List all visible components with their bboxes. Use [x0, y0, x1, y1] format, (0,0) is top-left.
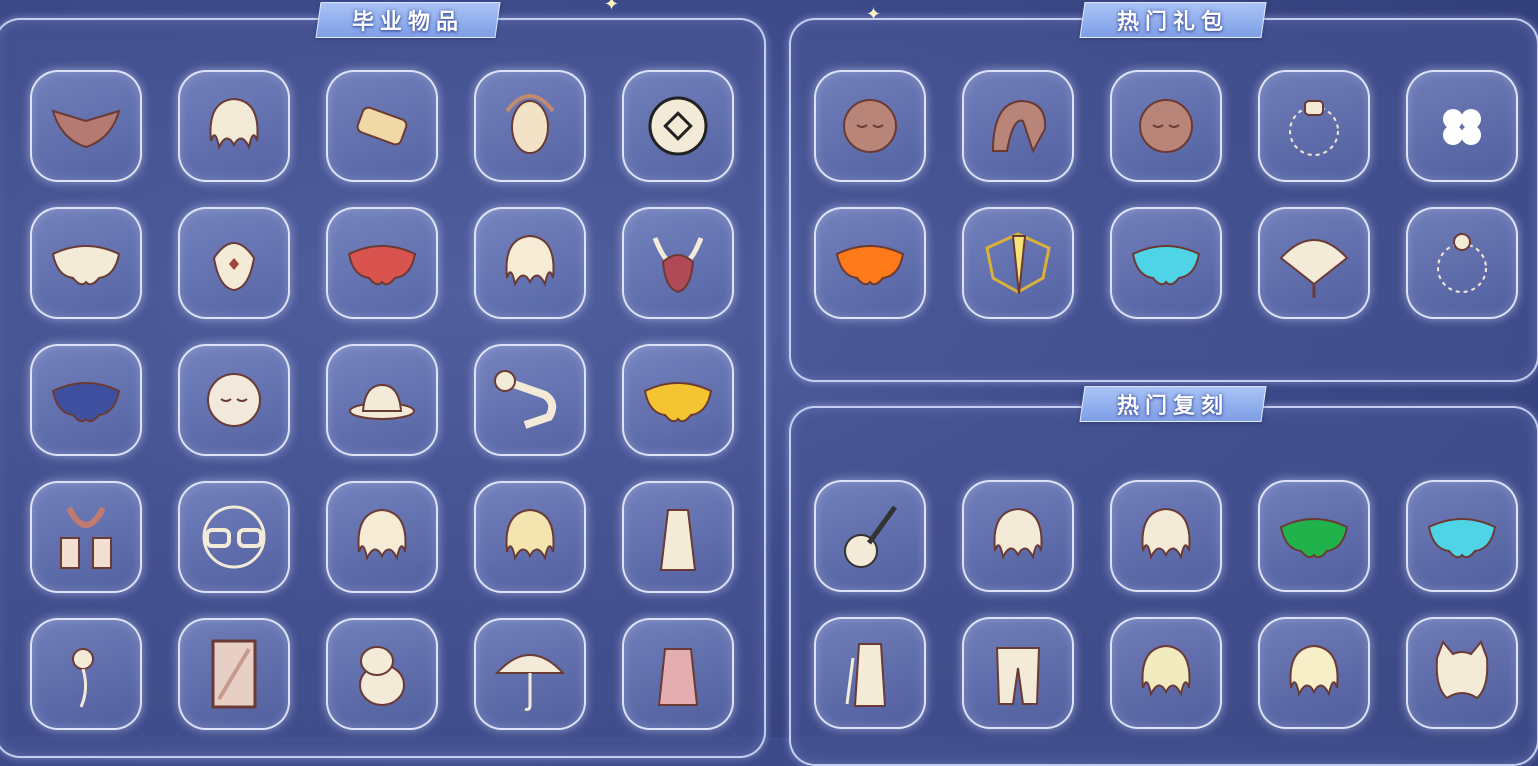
- bun-hair-icon: [357, 508, 407, 562]
- item-slot[interactable]: [474, 481, 586, 593]
- messy-hair-icon: [505, 508, 555, 562]
- knight-outfit-icon: [845, 643, 887, 707]
- item-slot[interactable]: [474, 344, 586, 456]
- glasses-icon: [202, 505, 266, 569]
- item-slot[interactable]: [962, 480, 1074, 592]
- item-slot[interactable]: [30, 618, 142, 730]
- fan-icon: [1279, 239, 1349, 298]
- pants-icon: [995, 647, 1041, 705]
- item-slot[interactable]: [622, 344, 734, 456]
- item-slot[interactable]: [962, 70, 1074, 182]
- graduation-items-title: 毕业物品: [351, 10, 464, 35]
- item-slot[interactable]: [474, 207, 586, 319]
- item-slot[interactable]: [962, 207, 1074, 319]
- cat-ears-hair-icon: [1435, 640, 1489, 700]
- item-slot[interactable]: [326, 618, 438, 730]
- item-slot[interactable]: [178, 207, 290, 319]
- hat-icon: [349, 383, 415, 420]
- item-slot[interactable]: [474, 618, 586, 730]
- hot-packs-title: 热门礼包: [1116, 10, 1229, 35]
- robe-outfit-icon: [659, 509, 697, 571]
- item-slot[interactable]: [178, 70, 290, 182]
- item-slot[interactable]: [1406, 207, 1518, 319]
- pearl-necklace-icon: [1437, 233, 1487, 293]
- tribal-mask-icon: [505, 94, 555, 154]
- item-slot[interactable]: [326, 70, 438, 182]
- item-slot[interactable]: [1258, 480, 1370, 592]
- item-slot[interactable]: [1258, 617, 1370, 729]
- white-cape-icon: [51, 245, 121, 286]
- hot-reruns-header: 热门复刻: [1079, 386, 1267, 422]
- cyan-wave-cape-icon: [1427, 518, 1497, 559]
- item-slot[interactable]: [622, 70, 734, 182]
- card-icon: [211, 639, 257, 709]
- bob-hair-icon: [993, 507, 1043, 561]
- closed-eyes-mask-icon: [843, 99, 897, 153]
- scarf-icon: [60, 506, 112, 569]
- round-shield-icon: [648, 96, 708, 156]
- face-mask-icon: [1139, 99, 1193, 153]
- round-mask-icon: [207, 373, 261, 427]
- item-slot[interactable]: [326, 481, 438, 593]
- item-slot[interactable]: [1258, 207, 1370, 319]
- item-slot[interactable]: [1406, 480, 1518, 592]
- item-slot[interactable]: [1258, 70, 1370, 182]
- item-slot[interactable]: [178, 481, 290, 593]
- item-slot[interactable]: [1110, 207, 1222, 319]
- umbrella-icon: [494, 654, 566, 711]
- flower-icon: [72, 648, 94, 708]
- blue-cape-icon: [51, 382, 121, 423]
- cat-necklace-icon: [1289, 100, 1339, 156]
- clover-hairpin-icon: [1443, 109, 1481, 145]
- item-slot[interactable]: [178, 618, 290, 730]
- item-slot[interactable]: [326, 207, 438, 319]
- hot-reruns-title: 热门复刻: [1116, 394, 1229, 419]
- horned-mask-icon: [652, 237, 704, 294]
- banner-icon: [985, 232, 1051, 295]
- cyan-cape-icon: [1131, 245, 1201, 286]
- item-slot[interactable]: [1110, 70, 1222, 182]
- item-slot[interactable]: [326, 344, 438, 456]
- moomin-prop-icon: [359, 646, 405, 706]
- item-slot[interactable]: [30, 481, 142, 593]
- orange-cape-icon: [835, 245, 905, 286]
- yellow-cape-icon: [643, 382, 713, 423]
- manta-cape-icon: [51, 109, 121, 149]
- item-slot[interactable]: [1406, 70, 1518, 182]
- item-slot[interactable]: [1406, 617, 1518, 729]
- hot-packs-header: 热门礼包: [1079, 2, 1267, 38]
- item-slot[interactable]: [1110, 617, 1222, 729]
- green-cape-icon: [1279, 518, 1349, 559]
- ponytail-hair-icon: [1141, 507, 1191, 561]
- item-slot[interactable]: [622, 207, 734, 319]
- graduation-items-header: 毕业物品: [315, 2, 501, 38]
- pink-coat-icon: [657, 648, 699, 706]
- star-icon: ✦: [604, 0, 620, 15]
- item-slot[interactable]: [30, 207, 142, 319]
- item-slot[interactable]: [474, 70, 586, 182]
- item-slot[interactable]: [814, 207, 926, 319]
- guitar-icon: [844, 505, 898, 568]
- item-slot[interactable]: [622, 618, 734, 730]
- horn-instrument-icon: [494, 370, 557, 429]
- item-slot[interactable]: [30, 344, 142, 456]
- item-slot[interactable]: [814, 617, 926, 729]
- hood-icon: [991, 99, 1047, 154]
- item-slot[interactable]: [30, 70, 142, 182]
- scroll-icon: [356, 106, 408, 146]
- item-slot[interactable]: [814, 480, 926, 592]
- curly-hair-icon: [1141, 644, 1191, 698]
- spiky-hair-icon: [505, 234, 555, 288]
- item-slot[interactable]: [814, 70, 926, 182]
- spirit-mask-icon: [212, 242, 256, 292]
- item-slot[interactable]: [622, 481, 734, 593]
- hair-buns-icon: [209, 97, 259, 151]
- short-hair-icon: [1289, 644, 1339, 698]
- item-slot[interactable]: [1110, 480, 1222, 592]
- item-slot[interactable]: [178, 344, 290, 456]
- item-slot[interactable]: [962, 617, 1074, 729]
- red-cape-icon: [347, 245, 417, 286]
